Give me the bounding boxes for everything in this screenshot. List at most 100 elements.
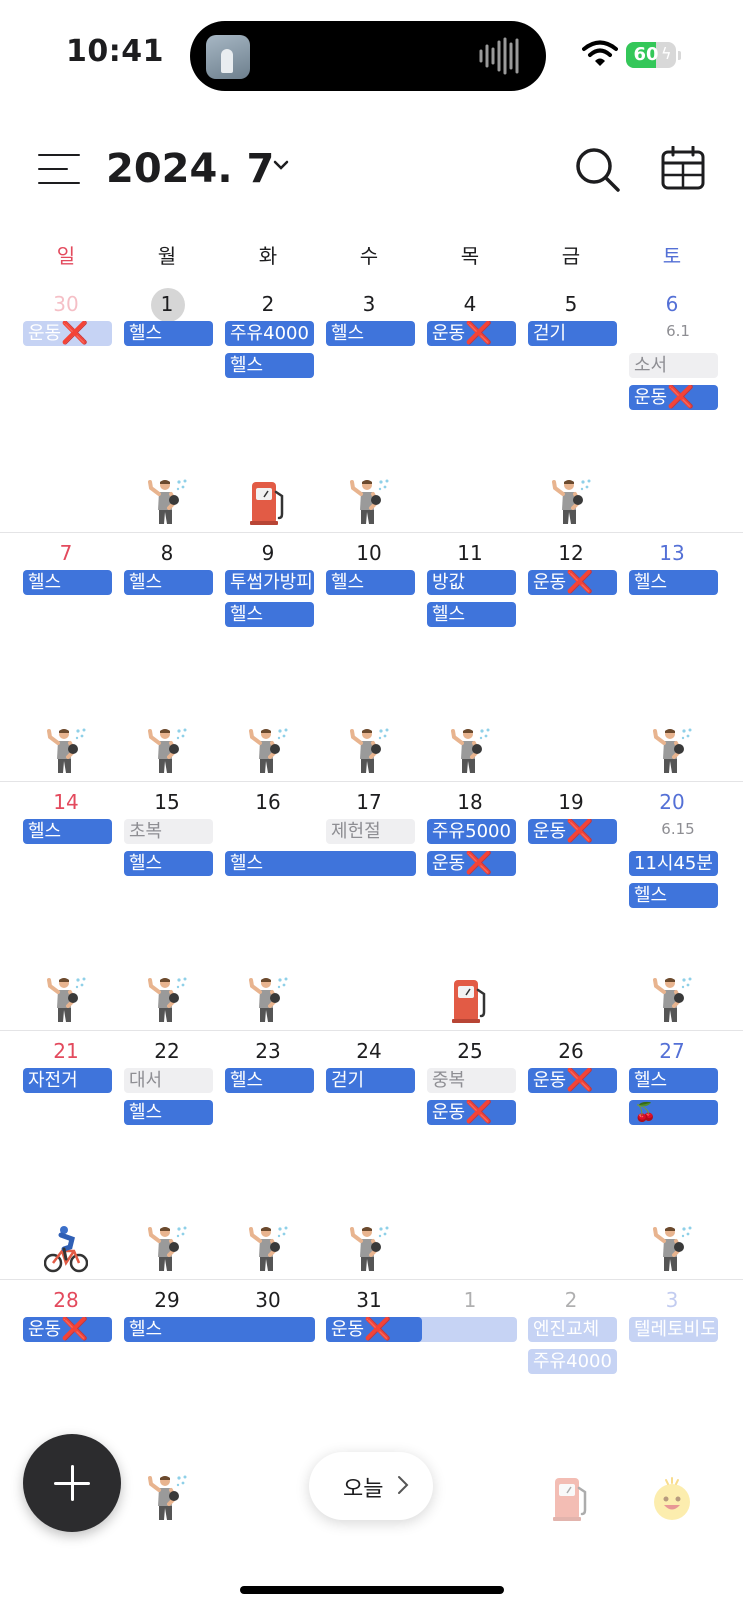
day-number[interactable]: 23 — [218, 1037, 318, 1065]
event-chip[interactable]: 헬스 — [326, 321, 415, 346]
day-number-today[interactable]: 1 — [117, 290, 217, 318]
day-number[interactable]: 6 — [622, 290, 722, 318]
event-chip[interactable]: 헬스 — [225, 353, 314, 378]
event-chip[interactable]: 운동❌ — [528, 570, 617, 595]
day-number[interactable]: 3 — [622, 1286, 722, 1314]
event-chip[interactable]: 운동❌ — [427, 321, 516, 346]
day-number[interactable]: 24 — [319, 1037, 419, 1065]
multi-day-event-chip[interactable]: 헬스 — [225, 851, 416, 876]
multi-day-event-chip[interactable]: 헬스 — [124, 1317, 315, 1342]
event-chip[interactable]: 운동❌ — [23, 321, 112, 346]
event-chip[interactable]: 헬스 — [124, 570, 213, 595]
event-chip[interactable]: 헬스 — [124, 321, 213, 346]
home-indicator[interactable] — [240, 1586, 504, 1594]
day-number[interactable]: 27 — [622, 1037, 722, 1065]
event-chip[interactable]: 운동❌ — [629, 385, 718, 410]
day-number[interactable]: 8 — [117, 539, 217, 567]
event-chip[interactable]: 헬스 — [629, 883, 718, 908]
event-chip[interactable]: 엔진교체 — [528, 1317, 617, 1342]
day-number[interactable]: 15 — [117, 788, 217, 816]
holiday-chip[interactable]: 제헌절 — [326, 819, 415, 844]
weightlifter-sticker — [347, 1225, 391, 1273]
day-number[interactable]: 18 — [420, 788, 520, 816]
event-chip[interactable]: 걷기 — [326, 1068, 415, 1093]
event-chip[interactable]: 11시45분 — [629, 851, 718, 876]
holiday-chip[interactable]: 초복 — [124, 819, 213, 844]
weightlifter-sticker — [650, 1225, 694, 1273]
calendar-view-icon[interactable] — [660, 146, 706, 192]
event-chip[interactable]: 텔레토비도 — [629, 1317, 718, 1342]
day-number[interactable]: 30 — [218, 1286, 318, 1314]
today-button[interactable]: 오늘 — [309, 1452, 433, 1520]
event-chip[interactable]: 헬스 — [225, 602, 314, 627]
day-number[interactable]: 16 — [218, 788, 318, 816]
event-chip[interactable]: 투썸가방피 — [225, 570, 314, 595]
event-chip[interactable]: 헬스 — [23, 819, 112, 844]
search-icon[interactable] — [574, 146, 622, 194]
event-chip[interactable]: 헬스 — [225, 1068, 314, 1093]
day-number[interactable]: 22 — [117, 1037, 217, 1065]
day-number[interactable]: 3 — [319, 290, 419, 318]
day-number[interactable]: 20 — [622, 788, 722, 816]
cancel-x-icon: ❌ — [566, 570, 594, 595]
day-number[interactable]: 5 — [521, 290, 621, 318]
day-number[interactable]: 2 — [521, 1286, 621, 1314]
event-chip[interactable]: 헬스 — [326, 570, 415, 595]
menu-icon[interactable] — [38, 154, 80, 184]
cancel-x-icon: ❌ — [61, 1317, 89, 1342]
day-number[interactable]: 13 — [622, 539, 722, 567]
day-number[interactable]: 25 — [420, 1037, 520, 1065]
dynamic-island[interactable] — [190, 21, 546, 91]
day-number[interactable]: 14 — [16, 788, 116, 816]
event-chip[interactable]: 자전거 — [23, 1068, 112, 1093]
event-chip[interactable]: 헬스 — [124, 1100, 213, 1125]
holiday-chip[interactable]: 중복 — [427, 1068, 516, 1093]
cherry-event-chip[interactable]: 🍒 — [629, 1100, 718, 1125]
weightlifter-sticker — [145, 1474, 189, 1522]
event-chip[interactable]: 주유5000 — [427, 819, 516, 844]
charging-bolt-icon: ϟ — [661, 44, 672, 63]
event-chip[interactable]: 헬스 — [124, 851, 213, 876]
event-chip[interactable]: 헬스 — [629, 1068, 718, 1093]
day-number[interactable]: 11 — [420, 539, 520, 567]
day-number[interactable]: 21 — [16, 1037, 116, 1065]
chevron-down-icon[interactable] — [272, 156, 290, 174]
holiday-chip[interactable]: 대서 — [124, 1068, 213, 1093]
day-number[interactable]: 28 — [16, 1286, 116, 1314]
event-chip[interactable]: 주유4000 — [225, 321, 314, 346]
day-number[interactable]: 29 — [117, 1286, 217, 1314]
event-chip[interactable]: 운동❌ — [23, 1317, 112, 1342]
day-number[interactable]: 26 — [521, 1037, 621, 1065]
day-number[interactable]: 4 — [420, 290, 520, 318]
event-label: 운동 — [432, 853, 466, 874]
event-chip[interactable]: 운동❌ — [427, 1100, 516, 1125]
event-label: 운동 — [432, 1102, 466, 1123]
status-time: 10:41 — [66, 34, 164, 69]
day-number[interactable]: 2 — [218, 290, 318, 318]
day-number[interactable]: 1 — [420, 1286, 520, 1314]
event-chip[interactable]: 방값 — [427, 570, 516, 595]
event-chip[interactable]: 헬스 — [629, 570, 718, 595]
event-chip[interactable]: 운동❌ — [427, 851, 516, 876]
holiday-chip[interactable]: 소서 — [629, 353, 718, 378]
event-label: 운동 — [432, 323, 466, 344]
event-chip[interactable]: 운동❌ — [528, 1068, 617, 1093]
month-title[interactable]: 2024. 7 — [106, 146, 274, 192]
day-number[interactable]: 31 — [319, 1286, 419, 1314]
event-chip[interactable]: 헬스 — [427, 602, 516, 627]
event-chip[interactable]: 운동❌ — [326, 1317, 422, 1342]
add-event-button[interactable] — [23, 1434, 121, 1532]
day-number[interactable]: 10 — [319, 539, 419, 567]
event-chip[interactable]: 운동❌ — [528, 819, 617, 844]
event-chip[interactable]: 주유4000 — [528, 1349, 617, 1374]
today-button-label: 오늘 — [343, 1477, 384, 1502]
day-number[interactable]: 19 — [521, 788, 621, 816]
event-chip[interactable]: 걷기 — [528, 321, 617, 346]
day-number[interactable]: 30 — [16, 290, 116, 318]
day-number[interactable]: 17 — [319, 788, 419, 816]
day-number[interactable]: 7 — [16, 539, 116, 567]
event-label: 운동 — [533, 572, 567, 593]
day-number[interactable]: 9 — [218, 539, 318, 567]
day-number[interactable]: 12 — [521, 539, 621, 567]
event-chip[interactable]: 헬스 — [23, 570, 112, 595]
